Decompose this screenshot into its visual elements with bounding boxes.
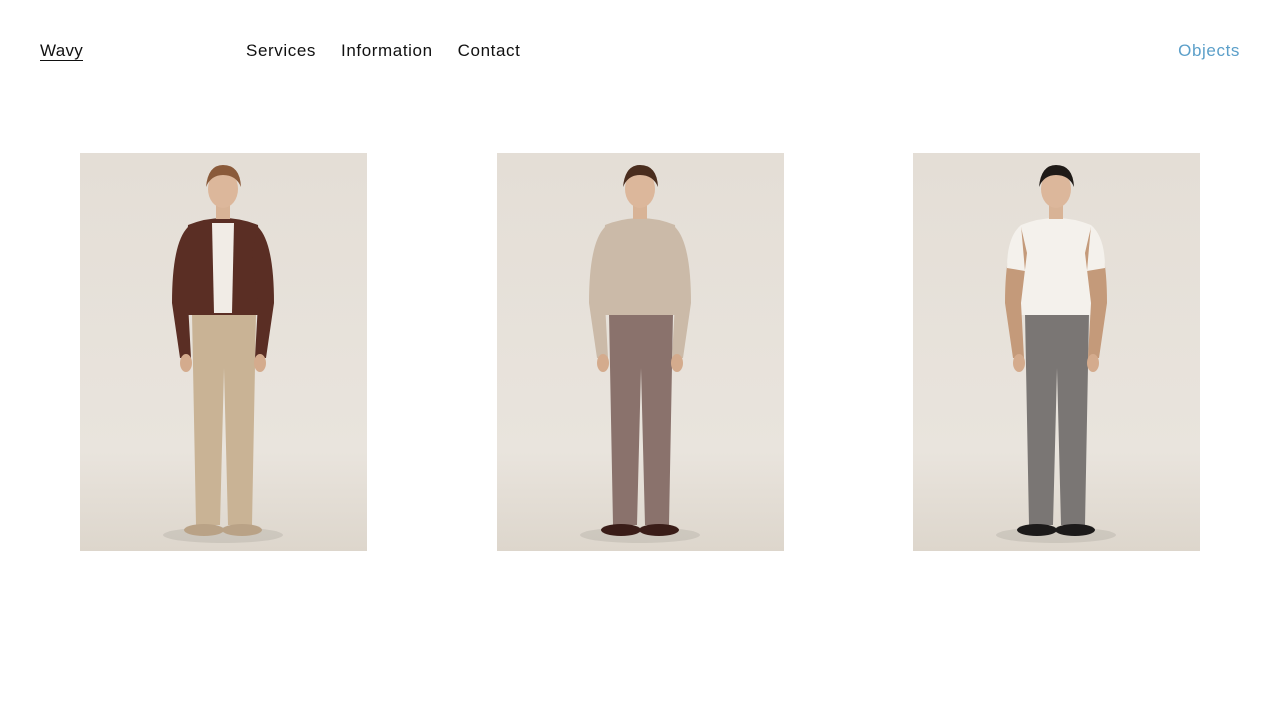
model-photo-beige-polo	[497, 153, 784, 551]
nav-services[interactable]: Services	[246, 41, 316, 61]
product-photo-1[interactable]	[80, 153, 367, 551]
brand-link[interactable]: Wavy	[40, 41, 84, 61]
product-gallery	[0, 153, 1280, 551]
main-nav: Services Information Contact	[246, 41, 520, 61]
model-photo-brown-cardigan	[80, 153, 367, 551]
nav-contact[interactable]: Contact	[458, 41, 521, 61]
product-photo-3[interactable]	[913, 153, 1200, 551]
site-header: Wavy Services Information Contact Object…	[0, 0, 1280, 104]
model-photo-white-tee	[913, 153, 1200, 551]
product-photo-2[interactable]	[497, 153, 784, 551]
nav-information[interactable]: Information	[341, 41, 433, 61]
objects-link[interactable]: Objects	[1178, 41, 1240, 61]
